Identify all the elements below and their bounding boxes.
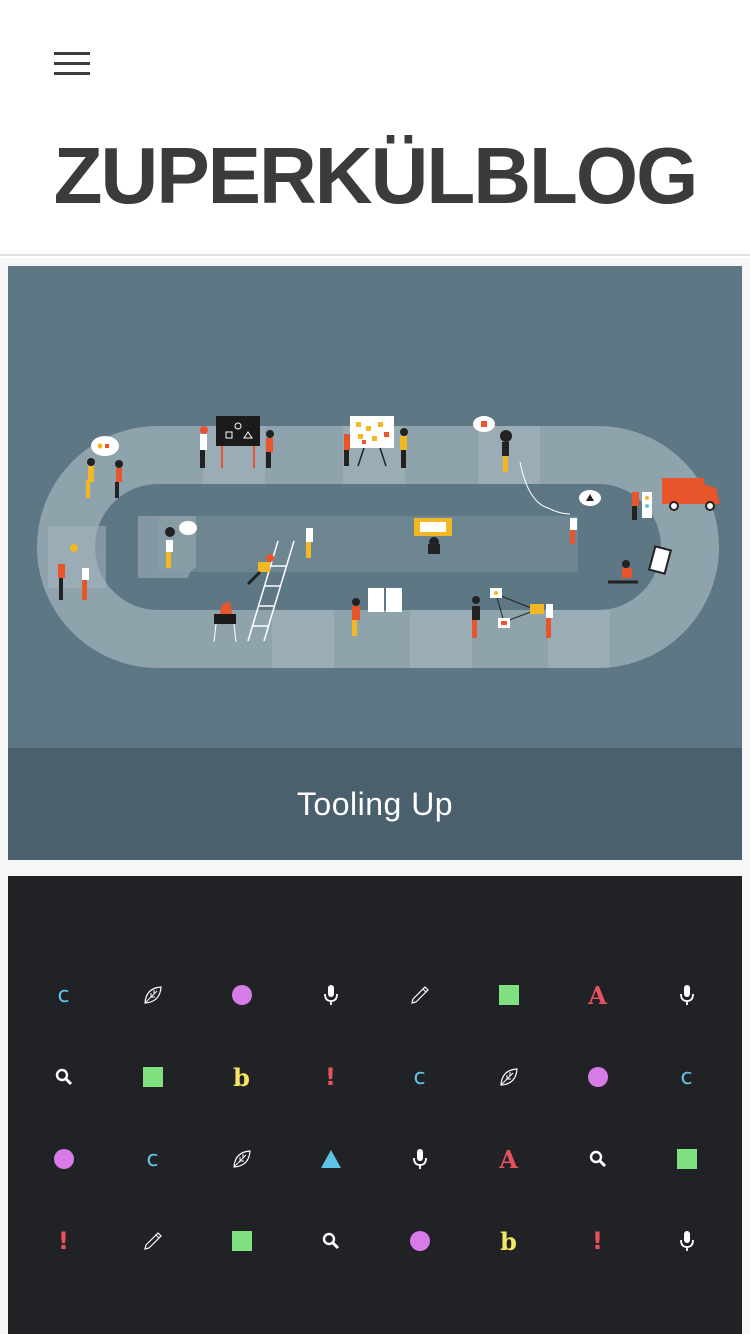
post-illustration xyxy=(37,416,720,668)
mic-icon xyxy=(286,954,375,1036)
mic-icon xyxy=(642,1200,731,1282)
square-icon xyxy=(464,954,553,1036)
pattern-glyph-a: A xyxy=(553,954,642,1036)
pattern-glyph-c: c xyxy=(19,954,108,1036)
pattern-letter: b xyxy=(500,1226,517,1256)
menu-line xyxy=(54,62,90,65)
mic-icon xyxy=(642,954,731,1036)
hand-truck-boxes xyxy=(642,492,652,518)
pattern-glyph-c: c xyxy=(375,1036,464,1118)
pattern-glyph-c: c xyxy=(642,1036,731,1118)
site-header: ZUPERKÜLBLOG xyxy=(0,0,750,256)
leaf-icon xyxy=(108,954,197,1036)
pattern-letter: c xyxy=(413,1064,426,1090)
site-title[interactable]: ZUPERKÜLBLOG xyxy=(0,132,750,220)
menu-line xyxy=(54,52,90,55)
leaf-icon xyxy=(464,1036,553,1118)
square-icon xyxy=(642,1118,731,1200)
post-card-icon-pattern[interactable]: c Ab! c c c A! b! xyxy=(8,876,742,1334)
pattern-glyph-c: c xyxy=(108,1118,197,1200)
search-icon xyxy=(553,1118,642,1200)
pattern-letter: A xyxy=(588,980,607,1010)
search-icon xyxy=(19,1036,108,1118)
pattern-glyph-b: b xyxy=(464,1200,553,1282)
pattern-glyph-exclaim: ! xyxy=(286,1036,375,1118)
pattern-letter: ! xyxy=(58,1227,69,1255)
pattern-glyph-exclaim: ! xyxy=(19,1200,108,1282)
pattern-letter: b xyxy=(233,1062,250,1092)
pattern-letter: ! xyxy=(325,1063,336,1091)
post-title[interactable]: Tooling Up xyxy=(297,786,453,823)
circle-icon xyxy=(197,954,286,1036)
square-icon xyxy=(108,1036,197,1118)
search-icon xyxy=(286,1200,375,1282)
pattern-letter: c xyxy=(146,1146,159,1172)
square-icon xyxy=(197,1200,286,1282)
pattern-glyph-b: b xyxy=(197,1036,286,1118)
circle-icon xyxy=(19,1118,108,1200)
circle-icon xyxy=(553,1036,642,1118)
pattern-letter: ! xyxy=(592,1227,603,1255)
circle-icon xyxy=(375,1200,464,1282)
pattern-glyph-exclaim: ! xyxy=(553,1200,642,1282)
mic-icon xyxy=(375,1118,464,1200)
pattern-letter: c xyxy=(680,1064,693,1090)
pencil-icon xyxy=(108,1200,197,1282)
pattern-letter: A xyxy=(499,1144,518,1174)
post-card-tooling-up[interactable]: Tooling Up xyxy=(8,266,742,860)
hamburger-menu-icon[interactable] xyxy=(54,52,90,78)
pattern-glyph-a: A xyxy=(464,1118,553,1200)
menu-line xyxy=(54,72,90,75)
pattern-letter: c xyxy=(57,982,70,1008)
post-caption: Tooling Up xyxy=(8,748,742,860)
pencil-icon xyxy=(375,954,464,1036)
post-feed: Tooling Up c Ab! c c c A! b! xyxy=(0,258,750,1334)
triangle-icon xyxy=(286,1118,375,1200)
leaf-icon xyxy=(197,1118,286,1200)
